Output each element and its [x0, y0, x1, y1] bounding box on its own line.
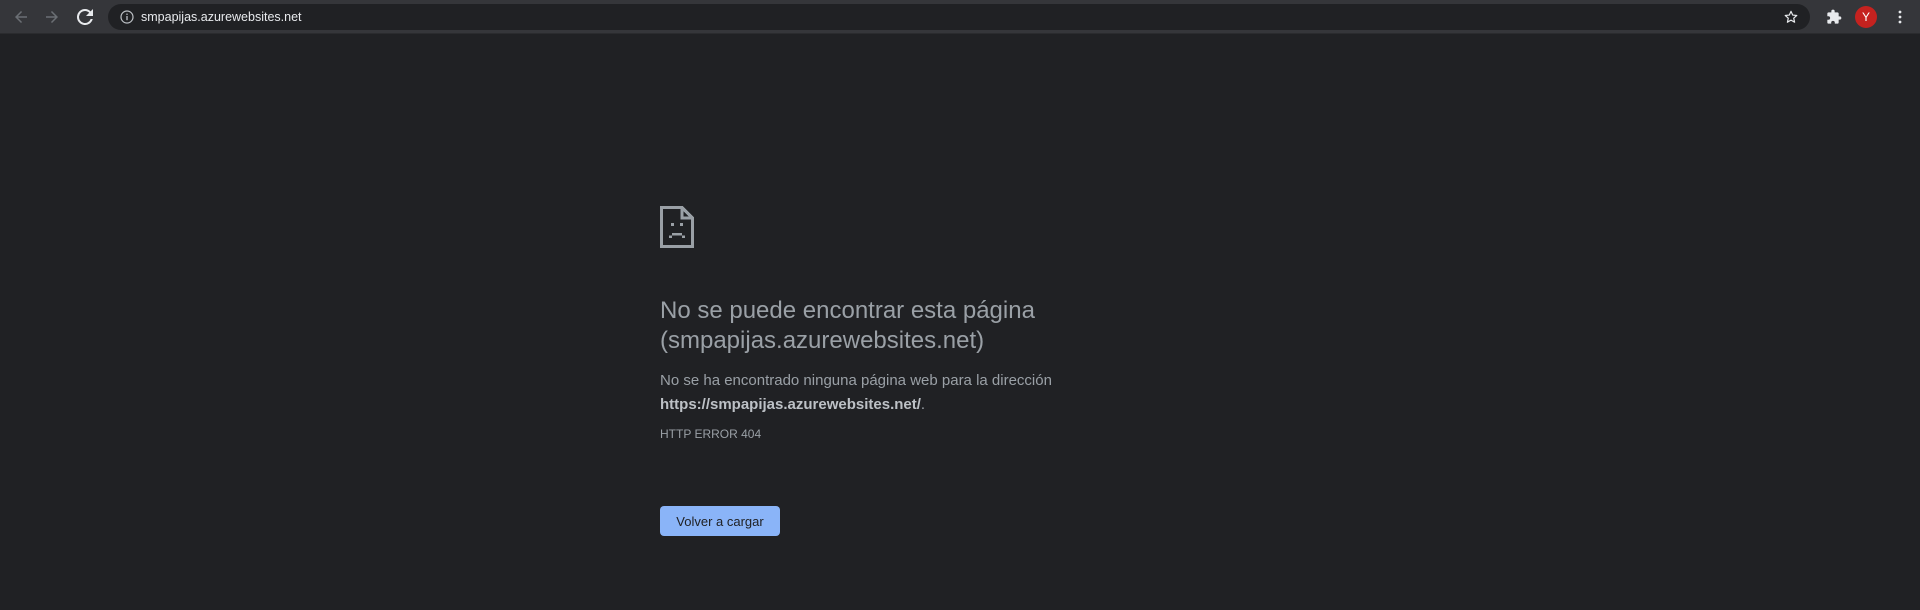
star-icon[interactable] [1782, 8, 1800, 26]
url-text[interactable]: smpapijas.azurewebsites.net [141, 9, 302, 25]
description-url: https://smpapijas.azurewebsites.net/ [660, 396, 921, 413]
extensions-icon [1827, 9, 1842, 24]
reload-icon [77, 9, 93, 25]
reload-page-button[interactable] [73, 5, 97, 29]
forward-button[interactable] [40, 5, 64, 29]
address-bar[interactable]: smpapijas.azurewebsites.net [108, 4, 1810, 30]
back-arrow-icon [15, 11, 27, 23]
profile-avatar[interactable]: Y [1855, 6, 1877, 28]
info-icon[interactable] [119, 9, 135, 25]
error-code: HTTP ERROR 404 [660, 427, 762, 441]
heading-line-1: No se puede encontrar esta página [660, 297, 1035, 324]
error-page: No se puede encontrar esta página (smpap… [660, 206, 1120, 536]
reload-button[interactable]: Volver a cargar [660, 506, 780, 536]
menu-button[interactable] [1888, 5, 1912, 29]
extensions-button[interactable] [1822, 5, 1846, 29]
back-button[interactable] [9, 5, 33, 29]
error-heading: No se puede encontrar esta página (smpap… [660, 296, 1120, 356]
browser-toolbar: smpapijas.azurewebsites.net Y [0, 0, 1920, 34]
error-description: No se ha encontrado ninguna página web p… [660, 369, 1120, 417]
description-text: No se ha encontrado ninguna página web p… [660, 372, 1052, 389]
more-vert-icon [1898, 10, 1902, 24]
forward-arrow-icon [46, 11, 58, 23]
sad-page-icon [660, 206, 694, 248]
description-suffix: . [920, 396, 926, 413]
heading-line-2: (smpapijas.azurewebsites.net) [660, 327, 985, 354]
